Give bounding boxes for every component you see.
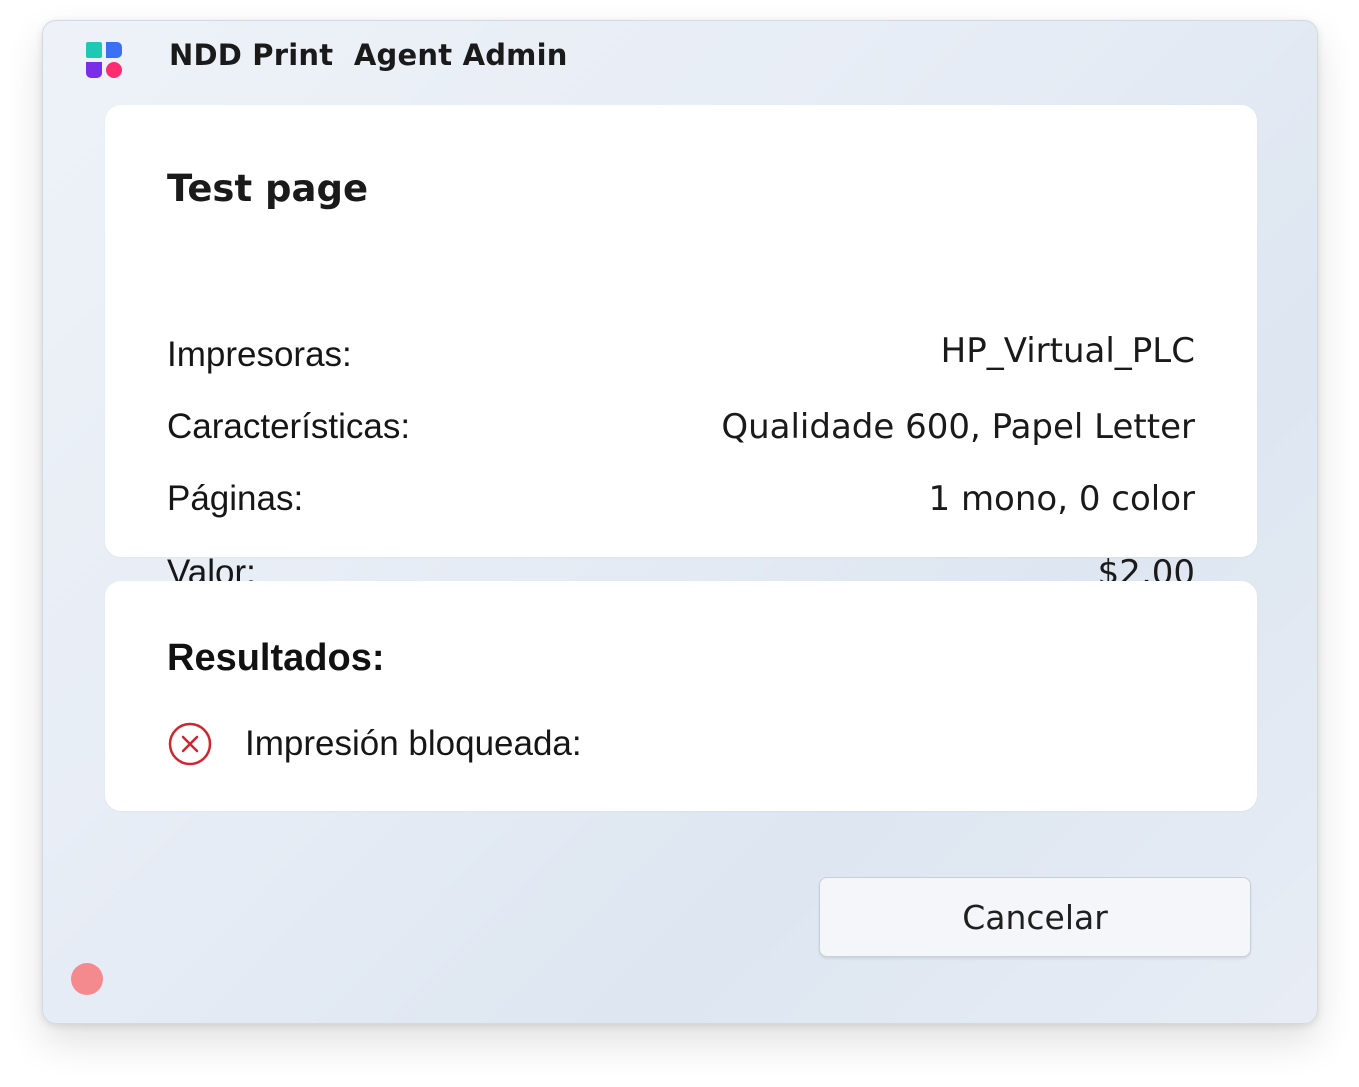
ndd-logo-icon	[86, 42, 122, 78]
info-label: Impresoras:	[167, 335, 352, 374]
close-dot-icon[interactable]	[71, 963, 103, 995]
app-title: NDD Print Agent Admin	[169, 38, 568, 72]
info-row-features: Características: Qualidade 600, Papel Le…	[167, 399, 1195, 447]
info-value: HP_Virtual_PLC	[940, 331, 1195, 371]
card-title: Test page	[167, 167, 369, 210]
test-page-card: Test page Impresoras: HP_Virtual_PLC Car…	[105, 105, 1257, 593]
info-row-printers: Impresoras: HP_Virtual_PLC	[167, 327, 1195, 375]
info-label: Características:	[167, 407, 411, 446]
info-value: 1 mono, 0 color	[928, 479, 1196, 519]
cancel-button[interactable]: Cancelar	[819, 877, 1251, 957]
results-card: Resultados: Impresión bloqueada:	[105, 581, 1257, 811]
error-circle-x-icon	[168, 722, 212, 766]
info-row-pages: Páginas: 1 mono, 0 color	[167, 471, 1195, 519]
info-value: Qualidade 600, Papel Letter	[721, 407, 1195, 447]
result-item: Impresión bloqueada:	[167, 719, 582, 769]
dialog-window: NDD Print Agent Admin Test page Impresor…	[42, 20, 1318, 1024]
results-title: Resultados:	[167, 637, 385, 679]
result-text: Impresión bloqueada:	[245, 724, 582, 763]
info-label: Páginas:	[167, 479, 304, 518]
title-bar: NDD Print Agent Admin	[43, 21, 1317, 99]
